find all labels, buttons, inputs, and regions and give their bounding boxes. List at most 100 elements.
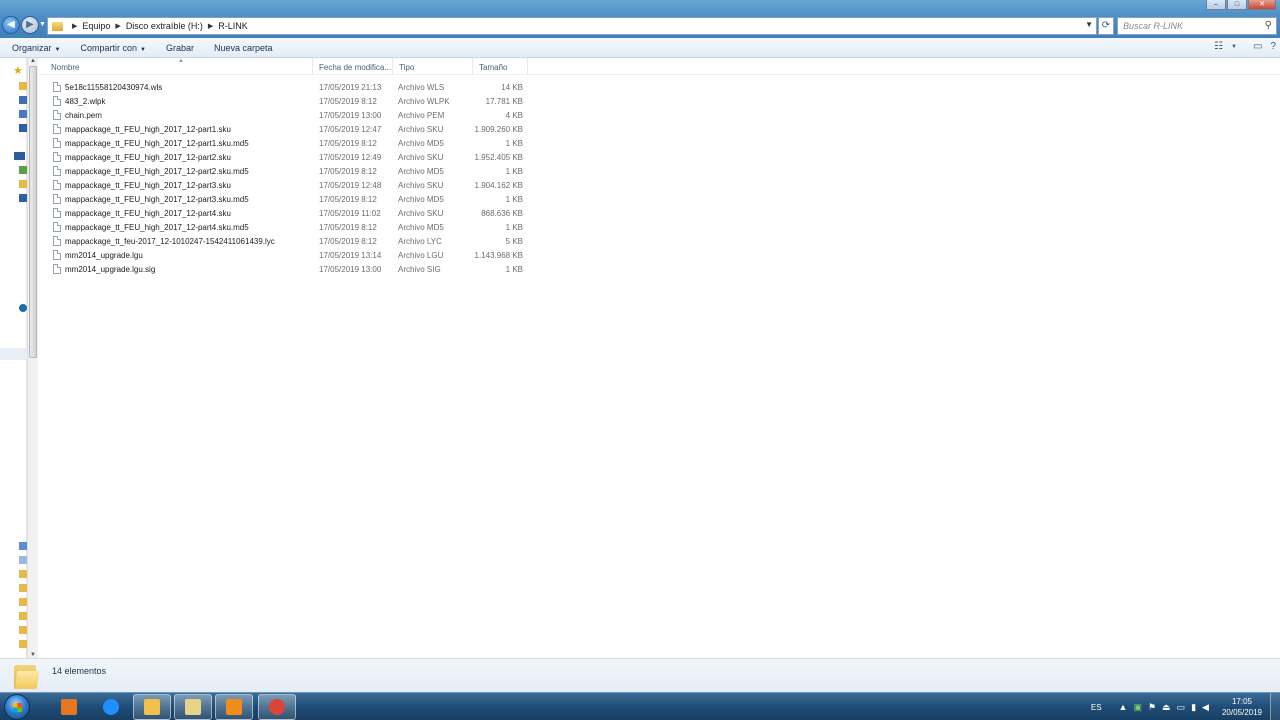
- back-button[interactable]: ◀: [2, 16, 20, 34]
- battery-icon[interactable]: ▮: [1191, 702, 1196, 713]
- taskbar: ES ▲ ▣ ⚑ ⏏ ▭ ▮ ◀ 17:05 20/05/2019: [0, 692, 1280, 720]
- nav-folder-icon[interactable]: [19, 626, 27, 634]
- nav-folder-icon[interactable]: [19, 612, 27, 620]
- favorites-star-icon[interactable]: ★: [13, 66, 25, 78]
- minimize-button[interactable]: –: [1206, 0, 1226, 10]
- file-name-cell[interactable]: mappackage_tt_FEU_high_2017_12-part1.sku: [38, 124, 308, 134]
- network-icon[interactable]: [19, 304, 27, 312]
- refresh-icon: ⟳: [1101, 20, 1111, 31]
- burn-button[interactable]: Grabar: [156, 43, 204, 53]
- nav-folder-icon[interactable]: [19, 598, 27, 606]
- usb-eject-icon[interactable]: ⏏: [1162, 702, 1171, 713]
- table-row[interactable]: mappackage_tt_FEU_high_2017_12-part1.sku…: [38, 122, 523, 136]
- flag-icon[interactable]: ⚑: [1148, 702, 1156, 713]
- breadcrumb-equipo[interactable]: Equipo: [82, 21, 110, 31]
- refresh-button[interactable]: ⟳: [1098, 17, 1114, 35]
- language-indicator[interactable]: ES: [1091, 703, 1102, 712]
- taskbar-app-button[interactable]: [174, 694, 212, 720]
- nav-folder-icon[interactable]: [19, 584, 27, 592]
- table-row[interactable]: mappackage_tt_feu-2017_12-1010247-154241…: [38, 234, 523, 248]
- file-name-cell[interactable]: mappackage_tt_FEU_high_2017_12-part1.sku…: [38, 138, 308, 148]
- maximize-button[interactable]: □: [1227, 0, 1247, 10]
- address-bar[interactable]: ▶ Equipo ▶ Disco extraíble (H:) ▶ R-LINK…: [47, 17, 1097, 35]
- taskbar-app-button[interactable]: [215, 694, 253, 720]
- file-name-cell[interactable]: chain.pem: [38, 110, 308, 120]
- share-menu[interactable]: Compartir con ▼: [70, 43, 155, 53]
- organize-menu[interactable]: Organizar ▼: [0, 43, 70, 53]
- nav-picture-icon[interactable]: [19, 166, 27, 174]
- nav-folder-icon[interactable]: [19, 82, 27, 90]
- scroll-thumb[interactable]: [29, 66, 37, 358]
- help-icon[interactable]: ?: [1270, 41, 1276, 52]
- network-tray-icon[interactable]: ▭: [1177, 702, 1186, 713]
- table-row[interactable]: mappackage_tt_FEU_high_2017_12-part1.sku…: [38, 136, 523, 150]
- nav-folder-icon[interactable]: [19, 180, 27, 188]
- preview-pane-icon[interactable]: ▭: [1253, 41, 1262, 52]
- column-type[interactable]: Tipo: [393, 58, 473, 75]
- nav-folder-icon[interactable]: [19, 570, 27, 578]
- table-row[interactable]: mm2014_upgrade.lgu 17/05/2019 13:14 Archiv…: [38, 248, 523, 262]
- search-icon[interactable]: ⚲: [1265, 20, 1272, 31]
- chevron-right-icon[interactable]: ▶: [72, 22, 77, 30]
- file-name-cell[interactable]: mappackage_tt_FEU_high_2017_12-part2.sku…: [38, 166, 308, 176]
- nav-drive-icon[interactable]: [19, 542, 27, 550]
- start-button[interactable]: [4, 694, 30, 720]
- file-name-cell[interactable]: mappackage_tt_FEU_high_2017_12-part3.sku: [38, 180, 308, 190]
- table-row[interactable]: mappackage_tt_FEU_high_2017_12-part3.sku…: [38, 178, 523, 192]
- file-icon: [53, 222, 61, 232]
- search-input[interactable]: Buscar R-LINK ⚲: [1117, 17, 1277, 35]
- close-button[interactable]: ✕: [1248, 0, 1276, 10]
- table-row[interactable]: mappackage_tt_FEU_high_2017_12-part4.sku…: [38, 206, 523, 220]
- show-desktop-button[interactable]: [1270, 693, 1280, 720]
- nav-folder-icon[interactable]: [19, 640, 27, 648]
- file-name-cell[interactable]: mappackage_tt_FEU_high_2017_12-part2.sku: [38, 152, 308, 162]
- nav-music-icon[interactable]: [19, 194, 27, 202]
- address-dropdown-icon[interactable]: ▼: [1085, 20, 1093, 29]
- column-size[interactable]: Tamaño: [473, 58, 528, 75]
- file-name-cell[interactable]: mm2014_upgrade.lgu.sig: [38, 264, 308, 274]
- nav-document-icon[interactable]: [19, 556, 27, 564]
- history-dropdown-icon[interactable]: ▼: [39, 21, 46, 28]
- new-folder-button[interactable]: Nueva carpeta: [204, 43, 283, 53]
- file-name-cell[interactable]: mappackage_tt_feu-2017_12-1010247-154241…: [38, 236, 308, 246]
- taskbar-app-button[interactable]: [133, 694, 171, 720]
- taskbar-app-button[interactable]: [92, 694, 130, 720]
- table-row[interactable]: mm2014_upgrade.lgu.sig 17/05/2019 13:00 Ar…: [38, 262, 523, 276]
- file-name-cell[interactable]: 483_2.wlpk: [38, 96, 308, 106]
- show-hidden-icons-icon[interactable]: ▲: [1119, 702, 1128, 712]
- computer-icon[interactable]: [14, 152, 25, 160]
- table-row[interactable]: chain.pem 17/05/2019 13:00 Archivo PEM 4 KB: [38, 108, 523, 122]
- nav-network-icon[interactable]: [19, 110, 27, 118]
- volume-icon[interactable]: ◀: [1202, 702, 1209, 713]
- file-size: 1.952.405 KB: [474, 152, 523, 162]
- taskbar-app-button[interactable]: [258, 694, 296, 720]
- file-name-cell[interactable]: mappackage_tt_FEU_high_2017_12-part4.sku: [38, 208, 308, 218]
- scroll-up-icon[interactable]: ▲: [30, 58, 36, 64]
- table-row[interactable]: 483_2.wlpk 17/05/2019 8:12 Archivo WLPK 17.…: [38, 94, 523, 108]
- file-name-cell[interactable]: mappackage_tt_FEU_high_2017_12-part3.sku…: [38, 194, 308, 204]
- usb-icon[interactable]: ▣: [1133, 702, 1142, 713]
- file-name-cell[interactable]: 5e18c11558120430974.wls: [38, 82, 308, 92]
- table-row[interactable]: mappackage_tt_FEU_high_2017_12-part4.sku…: [38, 220, 523, 234]
- file-name-cell[interactable]: mappackage_tt_FEU_high_2017_12-part4.sku…: [38, 222, 308, 232]
- taskbar-app-button[interactable]: [50, 694, 88, 720]
- table-row[interactable]: mappackage_tt_FEU_high_2017_12-part2.sku…: [38, 164, 523, 178]
- nav-library-icon[interactable]: [19, 124, 27, 132]
- nav-desktop-icon[interactable]: [19, 96, 27, 104]
- view-options-icon[interactable]: ☷: [1214, 41, 1223, 52]
- chevron-right-icon[interactable]: ▶: [208, 22, 213, 30]
- table-row[interactable]: mappackage_tt_FEU_high_2017_12-part3.sku…: [38, 192, 523, 206]
- file-name: mappackage_tt_FEU_high_2017_12-part1.sku…: [65, 138, 249, 148]
- breadcrumb-rlink[interactable]: R-LINK: [218, 21, 248, 31]
- nav-scrollbar[interactable]: ▲ ▼: [27, 58, 38, 658]
- table-row[interactable]: 5e18c11558120430974.wls 17/05/2019 21:13 A…: [38, 80, 523, 94]
- file-name-cell[interactable]: mm2014_upgrade.lgu: [38, 250, 308, 260]
- table-row[interactable]: mappackage_tt_FEU_high_2017_12-part2.sku…: [38, 150, 523, 164]
- column-date[interactable]: Fecha de modifica...: [313, 58, 393, 75]
- view-dropdown-icon[interactable]: ▼: [1231, 44, 1237, 50]
- breadcrumb-disco[interactable]: Disco extraíble (H:): [126, 21, 203, 31]
- forward-button[interactable]: ▶: [21, 16, 39, 34]
- chevron-right-icon[interactable]: ▶: [115, 22, 120, 30]
- clock[interactable]: 17:05 20/05/2019: [1222, 696, 1262, 718]
- column-name[interactable]: Nombre: [38, 58, 313, 75]
